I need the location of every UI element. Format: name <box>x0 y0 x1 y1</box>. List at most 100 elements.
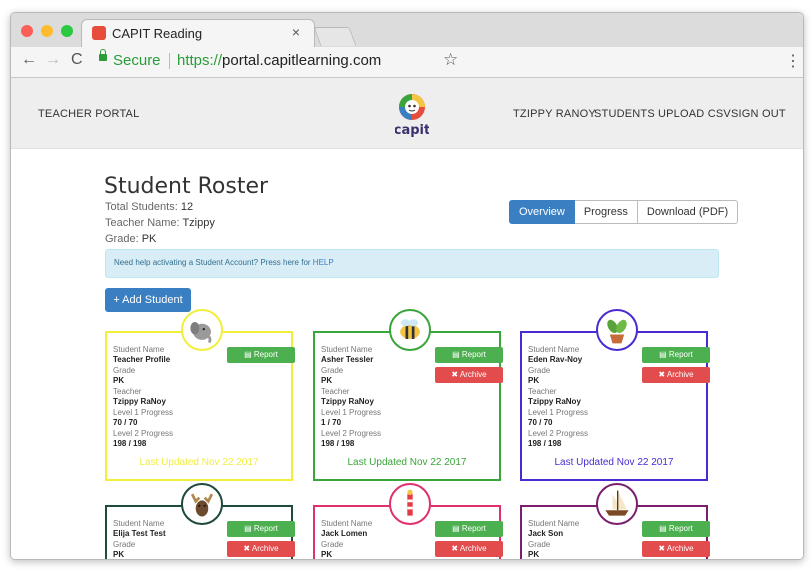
card-label: Grade <box>321 540 344 549</box>
card-value: PK <box>321 550 333 559</box>
tab-overview[interactable]: Overview <box>509 200 575 224</box>
archive-button[interactable]: ✖ Archive <box>435 367 503 383</box>
nav-students[interactable]: STUDENTS <box>594 108 655 120</box>
capit-logo-icon[interactable]: capit <box>395 92 429 138</box>
card-label: Grade <box>528 540 551 549</box>
total-students: Total Students: 12 <box>105 201 193 213</box>
card-label: Level 1 Progress <box>528 408 589 417</box>
nav-user[interactable]: TZIPPY RANOY <box>513 108 596 120</box>
tab-title: CAPIT Reading <box>112 26 203 41</box>
card-label: Student Name <box>113 519 165 528</box>
card-value: PK <box>528 376 540 385</box>
card-value: PK <box>528 550 540 559</box>
browser-toolbar: ← → C Secure https://portal.capitlearnin… <box>11 47 803 78</box>
grade-value: PK <box>141 233 157 245</box>
card-value: 198 / 198 <box>528 439 562 448</box>
bookmark-star-icon[interactable]: ☆ <box>443 50 458 70</box>
card-value: 70 / 70 <box>528 418 553 427</box>
card-value: Tzippy RaNoy <box>113 397 166 406</box>
card-value: 70 / 70 <box>113 418 138 427</box>
lock-icon <box>99 49 107 61</box>
last-updated: Last Updated Nov 22 2017 <box>554 457 674 468</box>
card-value: Elija Test Test <box>113 529 166 538</box>
browser-window: CAPIT Reading × ← → C Secure https://por… <box>10 12 804 560</box>
browser-menu-icon[interactable]: ⋮ <box>785 51 801 71</box>
url-protocol: https:// <box>177 52 223 69</box>
card-label: Grade <box>321 366 344 375</box>
new-tab-button[interactable] <box>313 27 357 46</box>
last-updated: Last Updated Nov 22 2017 <box>347 457 467 468</box>
tab-progress[interactable]: Progress <box>574 200 638 224</box>
teacher-name: Teacher Name: Tzippy <box>105 217 215 229</box>
forward-arrow-icon[interactable]: → <box>45 51 61 69</box>
card-label: Student Name <box>113 345 165 354</box>
view-toggle: Overview Progress Download (PDF) <box>509 200 739 224</box>
card-value: Teacher Profile <box>113 355 171 364</box>
nav-upload-csv[interactable]: UPLOAD CSV <box>658 108 731 120</box>
alert-message: Need help activating a Student Account? … <box>114 258 313 267</box>
card-label: Level 1 Progress <box>321 408 382 417</box>
card-label: Level 2 Progress <box>321 429 382 438</box>
add-student-button[interactable]: + Add Student <box>105 288 191 312</box>
teacher-value: Tzippy <box>182 217 215 229</box>
help-link[interactable]: HELP <box>313 258 334 267</box>
report-button[interactable]: ▤ Report <box>642 521 710 537</box>
minimize-window-button[interactable] <box>41 25 53 37</box>
archive-button[interactable]: ✖ Archive <box>642 367 710 383</box>
tab-bar: CAPIT Reading × <box>11 13 803 48</box>
total-label: Total Students: <box>105 201 178 213</box>
report-button[interactable]: ▤ Report <box>435 521 503 537</box>
student-card: Student Name Asher Tessler Grade PK Teacher T… <box>313 331 503 481</box>
main-content: Student Roster Total Students: 12 Teache… <box>11 149 803 559</box>
grade-label: Grade: <box>105 233 139 245</box>
report-button[interactable]: ▤ Report <box>642 347 710 363</box>
report-button[interactable]: ▤ Report <box>227 347 295 363</box>
lighthouse-icon <box>389 483 431 525</box>
card-label: Student Name <box>528 345 580 354</box>
card-value: Tzippy RaNoy <box>321 397 374 406</box>
card-label: Level 1 Progress <box>113 408 174 417</box>
card-label: Student Name <box>321 345 373 354</box>
card-value: Tzippy RaNoy <box>528 397 581 406</box>
card-label: Level 2 Progress <box>113 429 174 438</box>
secure-label: Secure <box>113 52 161 69</box>
browser-tab[interactable]: CAPIT Reading × <box>81 19 315 48</box>
grade: Grade: PK <box>105 233 156 245</box>
archive-button[interactable]: ✖ Archive <box>435 541 503 557</box>
tab-close-icon[interactable]: × <box>292 24 300 40</box>
report-button[interactable]: ▤ Report <box>435 347 503 363</box>
ship-icon <box>596 483 638 525</box>
logo-text: capit <box>395 123 429 138</box>
address-separator <box>169 53 170 69</box>
card-label: Student Name <box>321 519 373 528</box>
student-card: Student Name Eden Rav-Noy Grade PK Teacher Tz… <box>520 331 710 481</box>
card-value: PK <box>113 376 125 385</box>
brand-label[interactable]: TEACHER PORTAL <box>38 108 139 120</box>
archive-button[interactable]: ✖ Archive <box>227 541 295 557</box>
zoom-window-button[interactable] <box>61 25 73 37</box>
download-pdf-button[interactable]: Download (PDF) <box>637 200 739 224</box>
card-value: Asher Tessler <box>321 355 374 364</box>
report-button[interactable]: ▤ Report <box>227 521 295 537</box>
card-label: Teacher <box>321 387 350 396</box>
back-arrow-icon[interactable]: ← <box>21 51 37 69</box>
card-label: Grade <box>113 540 136 549</box>
card-value: Eden Rav-Noy <box>528 355 583 364</box>
total-value: 12 <box>180 201 194 213</box>
nav-sign-out[interactable]: SIGN OUT <box>731 108 786 120</box>
card-label: Grade <box>528 366 551 375</box>
card-value: 198 / 198 <box>113 439 147 448</box>
reload-icon[interactable]: C <box>71 51 83 69</box>
card-value: 1 / 70 <box>321 418 342 427</box>
help-alert: Need help activating a Student Account? … <box>105 249 719 278</box>
close-window-button[interactable] <box>21 25 33 37</box>
card-label: Teacher <box>528 387 557 396</box>
page-title: Student Roster <box>104 174 269 199</box>
bee-icon <box>389 309 431 351</box>
plant-icon <box>596 309 638 351</box>
archive-button[interactable]: ✖ Archive <box>642 541 710 557</box>
elephant-icon <box>181 309 223 351</box>
help-alert-text: Need help activating a Student Account? … <box>114 258 334 267</box>
card-label: Grade <box>113 366 136 375</box>
address-bar[interactable]: https://portal.capitlearning.com <box>177 52 381 69</box>
